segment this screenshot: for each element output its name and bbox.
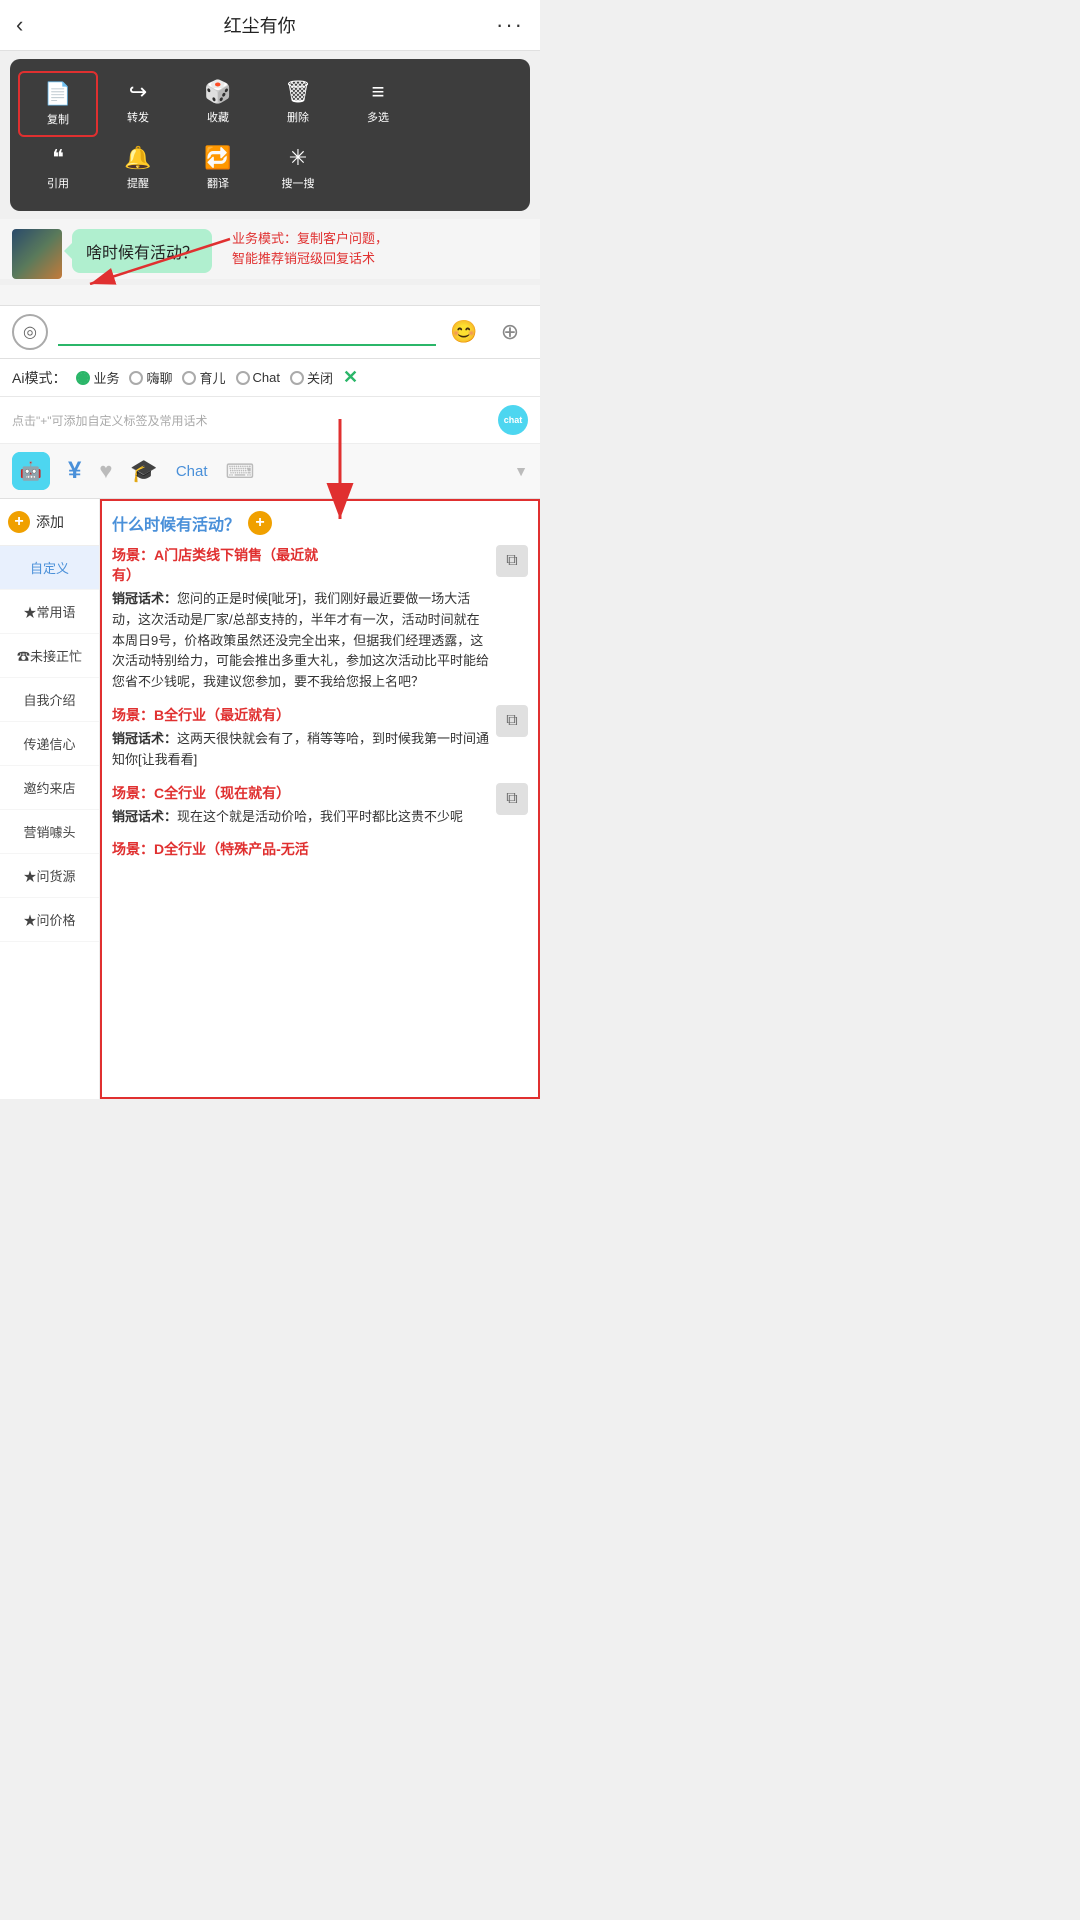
tab-robot[interactable]: 🤖	[12, 452, 50, 490]
script-text-c: 销冠话术：现在这个就是活动价哈，我们平时都比这贵不少呢	[112, 807, 528, 828]
context-menu: 📄复制↪转发🎲收藏🗑删除≡多选 ❝引用🔔提醒🔁翻译✳搜一搜	[10, 59, 530, 211]
context-menu-row2: ❝引用🔔提醒🔁翻译✳搜一搜	[18, 137, 522, 199]
scene-label-d: 场景：D全行业（特殊产品-无活	[112, 839, 528, 859]
context-menu-row1: 📄复制↪转发🎲收藏🗑删除≡多选	[18, 71, 522, 137]
tab-chat-text[interactable]: Chat	[176, 463, 208, 480]
quote-icon: ❝	[52, 145, 64, 171]
tab-heart[interactable]: ♥	[99, 458, 112, 484]
scene-label-b: 场景：B全行业（最近就有）	[112, 705, 490, 725]
chat-area: 啥时候有活动？ 业务模式：复制客户问题，智能推荐销冠级回复话术	[0, 219, 540, 279]
mode-off[interactable]: 关闭	[290, 368, 333, 387]
mode-business[interactable]: 业务	[76, 368, 119, 387]
mode-chat[interactable]: Chat	[236, 370, 280, 385]
input-area: ◎ 😊 ⊕	[0, 305, 540, 359]
sidebar-item-confidence[interactable]: 传递信心	[0, 722, 99, 766]
avatar	[12, 229, 62, 279]
sidebar-item-common[interactable]: ★常用语	[0, 590, 99, 634]
copy-button-b[interactable]: ⧉	[496, 705, 528, 737]
search-icon: ✳	[289, 145, 307, 171]
add-label: 添加	[36, 512, 64, 532]
script-card-d: 场景：D全行业（特殊产品-无活	[112, 839, 528, 859]
menu-item-multiselect[interactable]: ≡多选	[338, 71, 418, 137]
chat-bubble: 啥时候有活动？	[72, 229, 212, 273]
sidebar-item-invite[interactable]: 邀约来店	[0, 766, 99, 810]
radio-chat	[236, 371, 250, 385]
copy-icon: 📄	[44, 81, 71, 107]
delete-icon: 🗑	[284, 79, 312, 105]
radio-business	[76, 371, 90, 385]
radio-off	[290, 371, 304, 385]
script-text-a: 销冠话术：您问的正是时候[呲牙]，我们刚好最近要做一场大活动，这次活动是厂家/总…	[112, 589, 528, 693]
question-match: 什么时候有活动？ +	[112, 511, 528, 535]
right-panel: 什么时候有活动？ + 场景：A门店类线下销售（最近就有） ⧉ 销冠话术：您问的正…	[100, 499, 540, 1099]
tab-hat[interactable]: 🎓	[130, 458, 157, 484]
tab-arrow-down[interactable]: ▼	[514, 463, 528, 479]
translate-icon: 🔁	[204, 145, 231, 171]
ai-mode-label: Ai模式：	[12, 368, 66, 388]
sidebar: + 添加 自定义 ★常用语 ☎未接正忙 自我介绍 传递信心 邀约来店 营销噱头 …	[0, 499, 100, 1099]
tips-text: 点击"+"可添加自定义标签及常用话术	[12, 412, 208, 429]
tool-tabs: 🤖 ¥ ♥ 🎓 Chat ⌨ ▼	[0, 444, 540, 499]
radio-haichat	[129, 371, 143, 385]
tab-keyboard[interactable]: ⌨	[226, 459, 255, 484]
add-script-button[interactable]: +	[248, 511, 272, 535]
remind-icon: 🔔	[124, 145, 151, 171]
back-button[interactable]: ‹	[16, 12, 23, 38]
script-card-a: 场景：A门店类线下销售（最近就有） ⧉ 销冠话术：您问的正是时候[呲牙]，我们刚…	[112, 545, 528, 693]
copy-button-c[interactable]: ⧉	[496, 783, 528, 815]
collect-icon: 🎲	[204, 79, 231, 105]
page-title: 红尘有你	[224, 12, 296, 38]
script-card-b: 场景：B全行业（最近就有） ⧉ 销冠话术：这两天很快就会有了，稍等等哈，到时候我…	[112, 705, 528, 771]
voice-button[interactable]: ◎	[12, 314, 48, 350]
mode-parenting[interactable]: 育儿	[182, 368, 225, 387]
chat-badge: chat	[498, 405, 528, 435]
multiselect-icon: ≡	[372, 79, 385, 105]
menu-item-search[interactable]: ✳搜一搜	[258, 137, 338, 199]
annotation-text: 业务模式：复制客户问题，智能推荐销冠级回复话术	[232, 229, 388, 268]
menu-item-delete[interactable]: 🗑删除	[258, 71, 338, 137]
menu-item-collect[interactable]: 🎲收藏	[178, 71, 258, 137]
message-input[interactable]	[58, 318, 436, 346]
voice-icon: ◎	[23, 322, 37, 342]
ai-mode-bar: Ai模式： 业务 嗨聊 育儿 Chat 关闭 ✕	[0, 359, 540, 397]
tips-bar: 点击"+"可添加自定义标签及常用话术 chat	[0, 397, 540, 444]
main-content: + 添加 自定义 ★常用语 ☎未接正忙 自我介绍 传递信心 邀约来店 营销噱头 …	[0, 499, 540, 1099]
radio-parenting	[182, 371, 196, 385]
header: ‹ 红尘有你 ···	[0, 0, 540, 51]
sidebar-item-intro[interactable]: 自我介绍	[0, 678, 99, 722]
more-button[interactable]: ···	[496, 12, 524, 38]
scene-label-c: 场景：C全行业（现在就有）	[112, 783, 490, 803]
menu-item-remind[interactable]: 🔔提醒	[98, 137, 178, 199]
sidebar-item-custom[interactable]: 自定义	[0, 546, 99, 590]
forward-icon: ↪	[129, 79, 147, 105]
menu-item-forward[interactable]: ↪转发	[98, 71, 178, 137]
add-circle-icon: +	[8, 511, 30, 533]
sidebar-item-busy[interactable]: ☎未接正忙	[0, 634, 99, 678]
emoji-button[interactable]: 😊	[446, 314, 482, 350]
add-button[interactable]: ⊕	[492, 314, 528, 350]
sidebar-item-price[interactable]: ★问价格	[0, 898, 99, 942]
menu-item-translate[interactable]: 🔁翻译	[178, 137, 258, 199]
mode-haichat[interactable]: 嗨聊	[129, 368, 172, 387]
sidebar-item-marketing[interactable]: 营销噱头	[0, 810, 99, 854]
matched-question: 什么时候有活动？	[112, 511, 240, 535]
sidebar-add-button[interactable]: + 添加	[0, 499, 99, 546]
annotation-spacer	[0, 285, 540, 305]
tab-money[interactable]: ¥	[68, 457, 81, 485]
close-button[interactable]: ✕	[343, 367, 358, 388]
scene-label-a: 场景：A门店类线下销售（最近就有）	[112, 545, 490, 585]
menu-item-quote[interactable]: ❝引用	[18, 137, 98, 199]
script-text-b: 销冠话术：这两天很快就会有了，稍等等哈，到时候我第一时间通知你[让我看看]	[112, 729, 528, 771]
sidebar-item-source[interactable]: ★问货源	[0, 854, 99, 898]
menu-item-copy[interactable]: 📄复制	[18, 71, 98, 137]
script-card-c: 场景：C全行业（现在就有） ⧉ 销冠话术：现在这个就是活动价哈，我们平时都比这贵…	[112, 783, 528, 828]
copy-button-a[interactable]: ⧉	[496, 545, 528, 577]
